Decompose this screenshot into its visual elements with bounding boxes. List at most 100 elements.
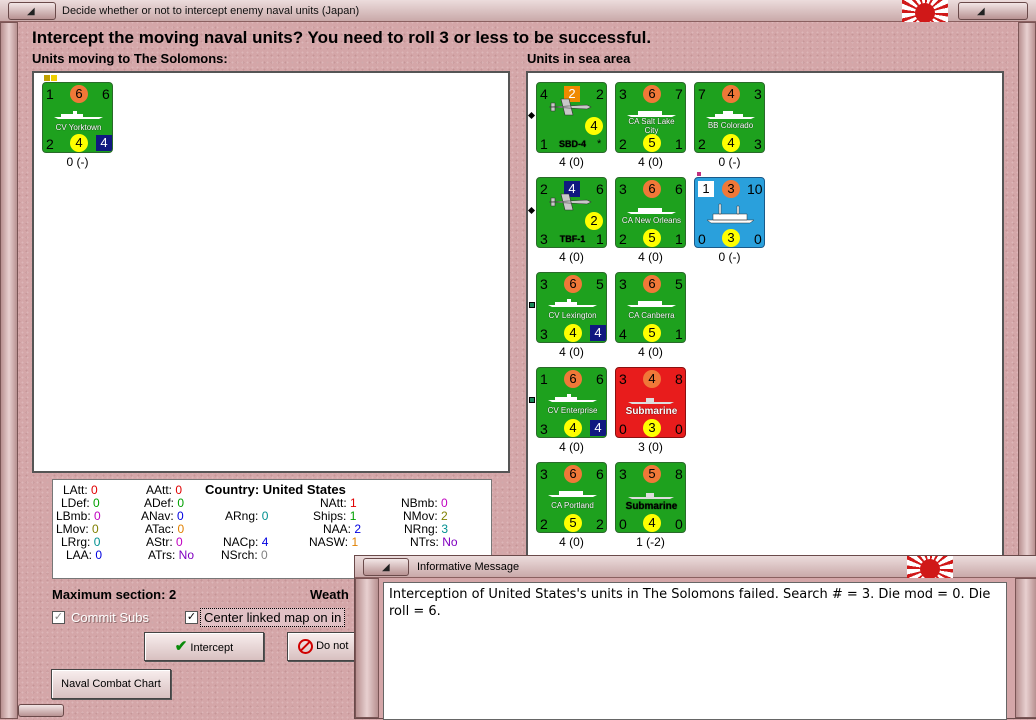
counter-value: 4 xyxy=(564,324,582,342)
unit-counter[interactable]: 3 5 8 Submarine 0 4 0 xyxy=(615,462,686,533)
counter-value: 6 xyxy=(70,85,88,103)
unit-counter[interactable]: 3 6 7 CA Salt Lake City 2 5 1 xyxy=(615,82,686,153)
counter-value: 1 xyxy=(46,86,54,102)
naval-combat-chart-button[interactable]: Naval Combat Chart xyxy=(51,669,171,699)
counter-value: 4 xyxy=(722,134,740,152)
marker-icon xyxy=(44,75,50,81)
counter-value: 3 xyxy=(540,466,548,482)
center-linked-map-label[interactable]: Center linked map on in xyxy=(200,608,346,627)
message-menu-button[interactable]: ◢ xyxy=(363,558,409,576)
counter-value: 5 xyxy=(643,465,661,483)
counter-value: 3 xyxy=(754,86,762,102)
unit-counter[interactable]: 3 6 5 CA Canberra 4 5 1 xyxy=(615,272,686,343)
intercept-button[interactable]: ✔ Intercept xyxy=(144,632,264,661)
counter-value: 6 xyxy=(643,180,661,198)
message-text[interactable]: Interception of United States's units in… xyxy=(383,582,1007,720)
resize-grip-icon[interactable] xyxy=(18,704,64,717)
counter-value: 3 xyxy=(722,229,740,247)
unit-name: CV Lexington xyxy=(548,311,597,320)
counter-value: 2 xyxy=(619,231,627,247)
counter-value: 6 xyxy=(596,466,604,482)
adef-stat: ADef: 0 xyxy=(144,496,185,510)
moving-units-label: Units moving to The Solomons: xyxy=(32,51,228,66)
ldef-stat: LDef: 0 xyxy=(61,496,100,510)
astr-stat: AStr: 0 xyxy=(146,535,183,549)
commit-subs-label: Commit Subs xyxy=(71,610,150,625)
counter-value: 4 xyxy=(585,117,603,135)
window-menu-button[interactable]: ◢ xyxy=(8,2,56,20)
unit-name: Submarine xyxy=(625,501,678,512)
unit-counter[interactable]: 3 4 8 Submarine 0 3 0 xyxy=(615,367,686,438)
counter-value: 6 xyxy=(596,181,604,197)
ship-silhouette-icon xyxy=(547,297,598,307)
counter-value: 4 xyxy=(643,370,661,388)
unit-name: CV Yorktown xyxy=(55,123,102,132)
unit-name: CA New Orleans xyxy=(621,216,682,225)
unit-caption: 4 (0) xyxy=(638,155,663,169)
counter-value: 2 xyxy=(596,86,604,102)
counter-value: 4 xyxy=(619,326,627,342)
ship-silhouette-icon xyxy=(53,109,104,119)
informative-message-window: ◢ Informative Message Interception of Un… xyxy=(354,555,1036,720)
counter-value: 3 xyxy=(540,276,548,292)
counter-value: 4 xyxy=(70,134,88,152)
nrng-stat: NRng: 3 xyxy=(404,522,449,536)
counter-value: 6 xyxy=(102,86,110,102)
center-linked-map-checkbox[interactable]: ✓ xyxy=(185,611,198,624)
unit-counter[interactable]: 3 6 6 CA Portland 2 5 2 xyxy=(536,462,607,533)
unit-counter[interactable]: 2 4 6 2 3 TBF-1 1 xyxy=(536,177,607,248)
unit-counter[interactable]: 1 6 6 CV Enterprise 3 4 4 xyxy=(536,367,607,438)
counter-value: 6 xyxy=(675,181,683,197)
nsrch-stat: NSrch: 0 xyxy=(221,548,268,562)
unit-caption: 3 (0) xyxy=(638,440,663,454)
counter-value: 5 xyxy=(643,134,661,152)
counter-value: 6 xyxy=(643,85,661,103)
counter-value: * xyxy=(597,138,602,150)
unit-counter[interactable]: 4 2 2 4 1 SBD-4 * xyxy=(536,82,607,153)
ship-silhouette-icon xyxy=(547,487,598,497)
counter-value: 4 xyxy=(96,135,112,151)
unit-counter[interactable]: 1 6 6 CV Yorktown 2 4 4 xyxy=(42,82,113,153)
counter-value: 2 xyxy=(619,136,627,152)
counter-value: 0 xyxy=(619,421,627,437)
lmov-stat: LMov: 0 xyxy=(56,522,99,536)
unit-counter[interactable]: 7 4 3 BB Colorado 2 4 3 xyxy=(694,82,765,153)
counter-value: 2 xyxy=(596,516,604,532)
commit-subs-checkbox[interactable]: ✓ xyxy=(52,611,65,624)
ship-silhouette-icon xyxy=(705,109,756,119)
transport-ship-icon xyxy=(705,200,756,224)
counter-value: 4 xyxy=(590,420,606,436)
counter-value: 6 xyxy=(564,370,582,388)
ship-silhouette-icon xyxy=(626,204,677,214)
aatt-stat: AAtt: 0 xyxy=(146,483,183,497)
counter-value: 1 xyxy=(675,136,683,152)
marker-icon xyxy=(529,302,535,308)
counter-value: 3 xyxy=(643,419,661,437)
counter-value: 10 xyxy=(747,181,763,197)
window-close-button[interactable]: ◢ xyxy=(958,2,1028,20)
latt-stat: LAtt: 0 xyxy=(63,483,98,497)
check-icon: ✔ xyxy=(174,638,188,655)
sea-area-units-panel: 4 2 2 4 1 SBD-4 * 4 (0) 3 6 7 CA Salt La… xyxy=(526,71,1004,555)
unit-counter[interactable]: 1 3 10 0 3 0 xyxy=(694,177,765,248)
triangle-icon: ◢ xyxy=(977,6,985,17)
counter-value: 4 xyxy=(643,514,661,532)
unit-caption: 0 (-) xyxy=(718,250,741,264)
message-title-bar: ◢ Informative Message xyxy=(355,556,1036,578)
counter-value: 5 xyxy=(564,514,582,532)
counter-value: 3 xyxy=(619,276,627,292)
ship-silhouette-icon xyxy=(626,107,677,117)
submarine-icon xyxy=(626,489,677,499)
no-icon xyxy=(298,638,313,654)
message-left-frame xyxy=(355,578,379,718)
counter-value: 6 xyxy=(643,275,661,293)
unit-counter[interactable]: 3 6 6 CA New Orleans 2 5 1 xyxy=(615,177,686,248)
marker-icon xyxy=(529,397,535,403)
counter-value: 8 xyxy=(675,371,683,387)
counter-value: 0 xyxy=(754,231,762,247)
counter-value: 8 xyxy=(675,466,683,482)
unit-caption: 4 (0) xyxy=(638,345,663,359)
natt-stat: NAtt: 1 xyxy=(320,496,357,510)
counter-value: 4 xyxy=(564,419,582,437)
unit-counter[interactable]: 3 6 5 CV Lexington 3 4 4 xyxy=(536,272,607,343)
